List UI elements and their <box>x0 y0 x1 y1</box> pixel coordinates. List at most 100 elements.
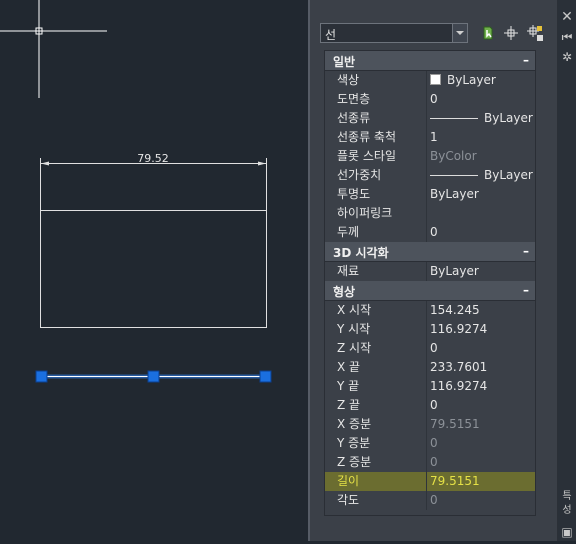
property-value[interactable]: ByLayer <box>430 185 533 204</box>
property-row[interactable]: X 끝 233.7601 <box>325 358 535 377</box>
collapse-icon[interactable]: – <box>523 283 529 297</box>
property-label: 플롯 스타일 <box>337 147 427 166</box>
property-label: 선종류 <box>337 109 427 128</box>
panel-icon[interactable]: ▣ <box>560 525 574 539</box>
property-label: 각도 <box>337 491 427 510</box>
object-type-dropdown[interactable]: 선 <box>320 23 468 43</box>
property-row[interactable]: 선종류 축척 1 <box>325 128 535 147</box>
selected-line[interactable] <box>35 370 272 383</box>
property-value[interactable]: 0 <box>430 434 533 453</box>
section-header[interactable]: 일반 – <box>325 51 535 71</box>
property-value[interactable]: ByLayer <box>430 262 533 281</box>
palette-label: 특성 <box>562 491 572 516</box>
property-value[interactable]: 116.9274 <box>430 320 533 339</box>
section-rows: 색상 ByLayer 도면층 0 선종류 ByLayer 선종류 축척 1 플롯 스타일 ByCo… <box>325 71 535 242</box>
property-value[interactable]: 0 <box>430 90 533 109</box>
property-row[interactable]: X 시작 154.245 <box>325 301 535 320</box>
linetype-preview-icon <box>430 118 478 119</box>
property-value-text: 79.5151 <box>430 474 480 488</box>
property-row[interactable]: 투명도 ByLayer <box>325 185 535 204</box>
property-value[interactable]: ByLayer <box>430 109 533 128</box>
property-row[interactable]: X 증분 79.5151 <box>325 415 535 434</box>
property-label: Z 시작 <box>337 339 427 358</box>
section-title: 3D 시각화 <box>333 246 389 260</box>
property-value[interactable]: 79.5151 <box>430 415 533 434</box>
property-value[interactable] <box>430 204 533 223</box>
property-value-text: 0 <box>430 341 438 355</box>
property-row[interactable]: 재료 ByLayer <box>325 262 535 281</box>
section-header[interactable]: 3D 시각화 – <box>325 242 535 262</box>
property-row[interactable]: Z 시작 0 <box>325 339 535 358</box>
line-grip-mid[interactable] <box>147 370 160 383</box>
pickadd-toggle-icon[interactable] <box>525 23 545 43</box>
property-row[interactable]: Z 끝0 <box>325 396 535 415</box>
property-value-text: 0 <box>430 493 438 507</box>
property-value[interactable]: ByLayer <box>430 71 533 90</box>
property-label: 선가중치 <box>337 166 427 185</box>
property-row[interactable]: 두께 0 <box>325 223 535 242</box>
collapse-icon[interactable]: – <box>523 244 529 258</box>
property-value[interactable]: ByLayer <box>430 166 533 185</box>
property-label: Z 증분 <box>337 453 427 472</box>
close-icon[interactable]: ✕ <box>560 10 574 24</box>
property-label: 투명도 <box>337 185 427 204</box>
property-value-text: 0 <box>430 92 438 106</box>
property-row[interactable]: 각도 0 <box>325 491 535 510</box>
dimension-text: 79.52 <box>137 152 169 165</box>
property-row[interactable]: Y 끝 116.9274 <box>325 377 535 396</box>
chevron-down-icon[interactable] <box>452 24 467 42</box>
property-row[interactable]: Y 증분 0 <box>325 434 535 453</box>
property-row[interactable]: 선가중치 ByLayer <box>325 166 535 185</box>
section-title: 일반 <box>333 55 356 69</box>
property-row[interactable]: 하이퍼링크 <box>325 204 535 223</box>
linetype-preview-icon <box>430 175 478 176</box>
property-value-text: ByLayer <box>430 264 479 278</box>
property-label: 색상 <box>337 71 427 90</box>
properties-grid: 일반 – 색상 ByLayer 도면층 0 선종류 ByLayer 선종류 축척 1 플롯 스타일 B… <box>324 50 536 516</box>
property-row[interactable]: 도면층 0 <box>325 90 535 109</box>
section-header[interactable]: 형상 – <box>325 281 535 301</box>
property-value-text: 79.5151 <box>430 417 480 431</box>
property-value[interactable]: 0 <box>430 339 533 358</box>
property-value[interactable]: 233.7601 <box>430 358 533 377</box>
property-label: Z 끝 <box>337 396 427 415</box>
drawing-svg[interactable]: 79.52 <box>0 0 308 541</box>
property-value[interactable]: 0 <box>430 396 533 415</box>
property-value[interactable]: 79.5151 <box>430 472 533 491</box>
section-rows: X 시작 154.245 Y 시작 116.9274 Z 시작 0 X 끝 233.7601 Y… <box>325 301 535 510</box>
property-row[interactable]: 색상 ByLayer <box>325 71 535 90</box>
property-label: Y 시작 <box>337 320 427 339</box>
property-label: X 끝 <box>337 358 427 377</box>
property-row[interactable]: Z 증분 0 <box>325 453 535 472</box>
auto-hide-icon[interactable]: ⏮ <box>560 30 574 44</box>
property-value[interactable]: 1 <box>430 128 533 147</box>
line-grip-start[interactable] <box>35 370 48 383</box>
property-value[interactable]: 154.245 <box>430 301 533 320</box>
select-objects-icon[interactable] <box>501 23 521 43</box>
settings-icon[interactable]: ✲ <box>560 50 574 64</box>
property-label: X 증분 <box>337 415 427 434</box>
property-value-text: 0 <box>430 455 438 469</box>
property-value-text: 0 <box>430 398 438 412</box>
rectangle-shape[interactable] <box>40 210 267 328</box>
quick-select-icon[interactable] <box>478 23 498 43</box>
line-grip-end[interactable] <box>259 370 272 383</box>
collapse-icon[interactable]: – <box>523 53 529 67</box>
property-value[interactable]: ByColor <box>430 147 533 166</box>
property-value[interactable]: 0 <box>430 223 533 242</box>
palette-title-strip: ✕ ⏮ ✲ 특성 ▣ <box>558 0 576 541</box>
property-value-text: 0 <box>430 225 438 239</box>
drawing-canvas[interactable]: 79.52 <box>0 0 308 541</box>
property-value-text: ByLayer <box>447 73 496 87</box>
property-value[interactable]: 0 <box>430 453 533 472</box>
property-value[interactable]: 116.9274 <box>430 377 533 396</box>
property-row[interactable]: 길이 79.5151 <box>325 472 535 491</box>
property-value[interactable]: 0 <box>430 491 533 510</box>
linear-dimension[interactable]: 79.52 <box>40 152 267 211</box>
property-row[interactable]: 플롯 스타일 ByColor <box>325 147 535 166</box>
property-row[interactable]: 선종류 ByLayer <box>325 109 535 128</box>
property-label: 도면층 <box>337 90 427 109</box>
property-row[interactable]: Y 시작 116.9274 <box>325 320 535 339</box>
property-label: X 시작 <box>337 301 427 320</box>
object-type-value: 선 <box>325 28 337 42</box>
